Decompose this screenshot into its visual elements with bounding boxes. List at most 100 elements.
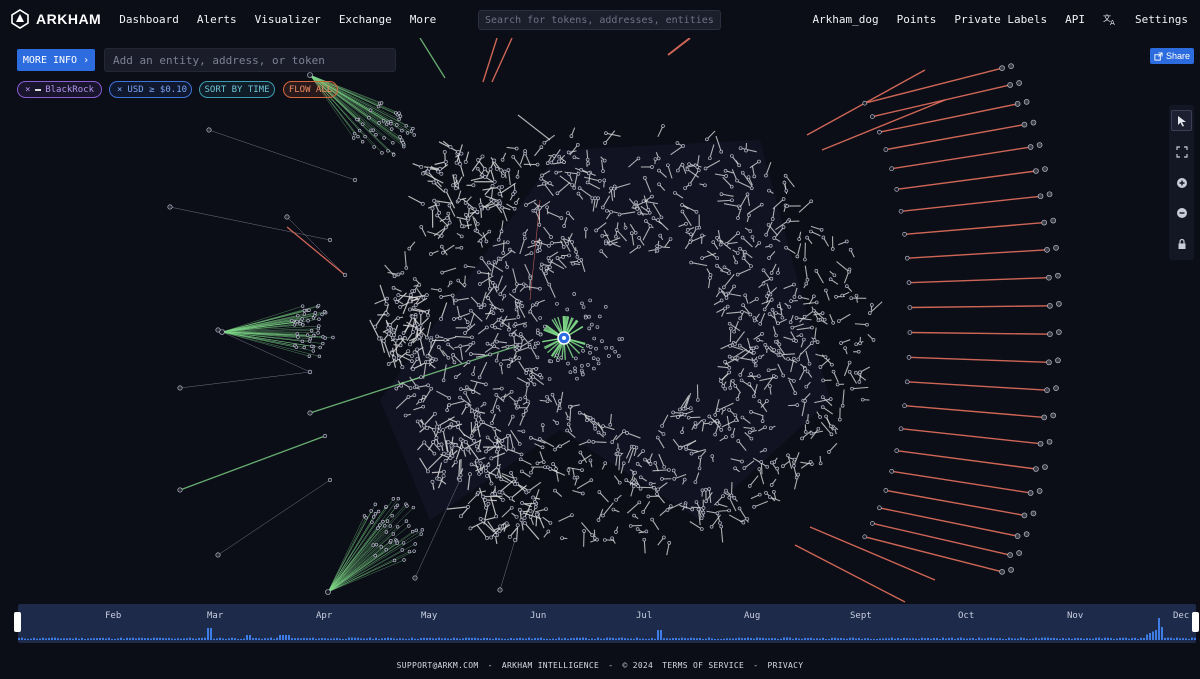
graph-node[interactable]: [671, 410, 675, 415]
graph-node[interactable]: [766, 291, 771, 295]
graph-node[interactable]: [805, 277, 810, 282]
graph-node[interactable]: [439, 171, 444, 176]
graph-node[interactable]: [661, 124, 665, 128]
graph-node[interactable]: [486, 206, 490, 211]
graph-node[interactable]: [862, 100, 868, 106]
graph-node[interactable]: [602, 431, 607, 436]
graph-node[interactable]: [393, 338, 398, 343]
graph-node[interactable]: [405, 131, 410, 135]
graph-node[interactable]: [716, 408, 721, 413]
graph-node[interactable]: [417, 325, 421, 330]
graph-node[interactable]: [397, 111, 401, 115]
graph-node[interactable]: [602, 158, 607, 163]
graph-node[interactable]: [451, 183, 456, 188]
graph-node[interactable]: [529, 251, 534, 256]
graph-node[interactable]: [402, 558, 406, 562]
graph-node[interactable]: [497, 529, 502, 534]
graph-node[interactable]: [562, 224, 566, 228]
graph-node[interactable]: [479, 305, 484, 309]
graph-node[interactable]: [432, 411, 437, 416]
graph-node[interactable]: [167, 204, 173, 210]
graph-node[interactable]: [215, 552, 221, 558]
graph-node[interactable]: [514, 514, 519, 519]
graph-node[interactable]: [728, 344, 732, 348]
graph-node[interactable]: [425, 360, 430, 364]
graph-node[interactable]: [463, 159, 468, 164]
graph-node[interactable]: [463, 390, 467, 395]
graph-node[interactable]: [591, 418, 596, 422]
graph-node[interactable]: [583, 315, 588, 320]
graph-node[interactable]: [637, 500, 642, 505]
graph-node[interactable]: [550, 241, 554, 245]
graph-node[interactable]: [656, 156, 661, 161]
graph-node[interactable]: [840, 403, 845, 408]
graph-node[interactable]: [513, 477, 518, 481]
graph-node[interactable]: [736, 231, 740, 235]
graph-node[interactable]: [428, 338, 433, 343]
graph-node[interactable]: [572, 475, 577, 480]
graph-node[interactable]: [758, 322, 763, 326]
graph-node[interactable]: [632, 513, 636, 518]
graph-node[interactable]: [376, 509, 381, 514]
graph-node[interactable]: [489, 481, 494, 486]
graph-node[interactable]: [792, 356, 796, 361]
graph-node[interactable]: [524, 490, 529, 495]
graph-node[interactable]: [456, 278, 461, 283]
graph-node[interactable]: [845, 284, 849, 288]
graph-node[interactable]: [657, 244, 662, 249]
graph-node[interactable]: [507, 327, 511, 332]
graph-node[interactable]: [652, 485, 656, 490]
graph-node[interactable]: [812, 308, 816, 313]
graph-node[interactable]: [904, 255, 910, 261]
graph-node[interactable]: [539, 266, 544, 270]
graph-node[interactable]: [448, 280, 453, 285]
graph-node[interactable]: [419, 532, 423, 536]
graph-node[interactable]: [494, 435, 498, 440]
graph-node[interactable]: [475, 458, 479, 463]
graph-node[interactable]: [1016, 80, 1022, 86]
graph-node[interactable]: [413, 542, 417, 546]
graph-node[interactable]: [802, 314, 807, 319]
graph-node[interactable]: [799, 333, 804, 337]
graph-node[interactable]: [476, 158, 481, 162]
graph-node[interactable]: [508, 332, 513, 337]
graph-node[interactable]: [361, 122, 365, 126]
graph-node[interactable]: [773, 339, 778, 344]
graph-node[interactable]: [736, 216, 740, 220]
graph-node[interactable]: [301, 323, 305, 327]
graph-node[interactable]: [449, 443, 454, 448]
graph-node[interactable]: [703, 183, 707, 188]
graph-node[interactable]: [411, 330, 415, 334]
graph-node[interactable]: [681, 407, 686, 411]
graph-node[interactable]: [676, 168, 680, 173]
graph-node[interactable]: [528, 345, 532, 349]
graph-node[interactable]: [565, 241, 569, 246]
graph-node[interactable]: [446, 211, 451, 216]
graph-node[interactable]: [497, 204, 502, 209]
graph-node[interactable]: [1021, 512, 1028, 519]
graph-node[interactable]: [519, 452, 524, 457]
graph-node[interactable]: [396, 496, 401, 501]
graph-node[interactable]: [392, 274, 397, 279]
graph-node[interactable]: [527, 367, 532, 372]
graph-node[interactable]: [439, 244, 444, 249]
graph-node[interactable]: [777, 342, 782, 347]
graph-node[interactable]: [595, 325, 600, 329]
graph-node[interactable]: [491, 280, 495, 285]
graph-node[interactable]: [727, 321, 732, 326]
graph-node[interactable]: [305, 333, 310, 337]
graph-node[interactable]: [757, 374, 761, 378]
graph-node[interactable]: [531, 240, 535, 244]
graph-node[interactable]: [637, 244, 641, 249]
graph-node[interactable]: [724, 242, 729, 246]
graph-node[interactable]: [999, 65, 1005, 71]
graph-node[interactable]: [459, 514, 463, 519]
graph-node[interactable]: [543, 465, 547, 469]
graph-node[interactable]: [398, 335, 402, 340]
graph-node[interactable]: [492, 260, 497, 264]
graph-node[interactable]: [398, 114, 403, 118]
graph-node[interactable]: [470, 335, 474, 340]
graph-node[interactable]: [542, 181, 546, 186]
graph-node[interactable]: [727, 408, 731, 412]
graph-node[interactable]: [656, 487, 660, 492]
